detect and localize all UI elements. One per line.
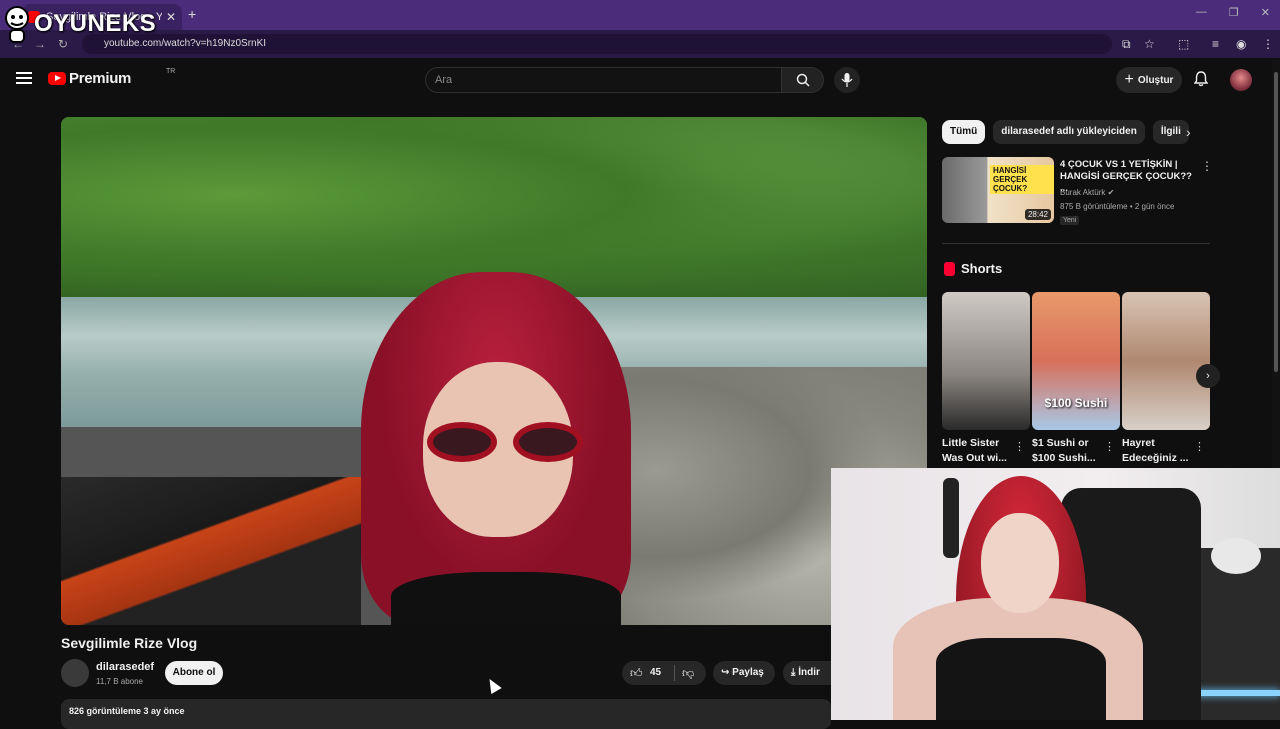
plus-icon: + [1124,71,1134,88]
short-title[interactable]: $1 Sushi or $100 Sushi... [1032,436,1104,466]
recommended-thumbnail[interactable]: HANGİSİ GERÇEK ÇOCUK? 28:42 [942,157,1054,223]
close-window-icon[interactable]: ✕ [1261,6,1270,19]
chip-all[interactable]: Tümü [942,120,986,144]
shorts-logo-icon [944,261,955,276]
share-icon: ↪ [721,667,733,678]
search-button[interactable] [782,67,824,93]
scrollbar-thumb[interactable] [1274,72,1278,372]
media-icon[interactable]: ≡ [1212,37,1219,51]
subscribe-button[interactable]: Abone ol [165,661,223,685]
window-controls: — ❐ ✕ [1196,6,1270,19]
video-scene-person [361,272,631,625]
webcam-top [936,638,1106,720]
shorts-heading: Shorts [944,261,1002,276]
channel-name[interactable]: dilarasedef [96,661,154,673]
short-title[interactable]: Hayret Edeceğiniz ... [1122,436,1194,466]
recommended-channel-name: Burak Aktürk [1060,188,1106,197]
mascot-icon [5,6,29,43]
profile-icon[interactable]: ◉ [1236,37,1246,51]
streamer-webcam [831,468,1280,720]
subscriber-count: 11,7 B abone [96,677,144,686]
video-title: Sevgilimle Rize Vlog [61,635,198,651]
dislike-button-icon[interactable]: 👎︎ [682,666,694,681]
notifications-bell-icon[interactable] [1194,71,1208,87]
video-scene-atv [61,477,361,625]
youtube-logo-text: Premium [69,70,132,87]
like-button-icon[interactable]: 👍︎ [630,666,643,681]
like-divider [674,665,675,681]
filter-chips: Tümü dilarasedef adlı yükleyiciden İlgil… [942,120,1189,144]
overlay-logo-text: OYUNEKS [34,10,157,37]
address-bar: ← → ↻ youtube.com/watch?v=h19Nz0SrnKI ⧉ … [0,30,1280,58]
create-button[interactable]: + Oluştur [1116,67,1182,93]
view-count-date: 826 görüntüleme 3 ay önce [69,706,185,716]
short-thumbnail[interactable] [942,292,1030,430]
video-duration: 28:42 [1024,209,1051,220]
webcam-face [981,513,1059,613]
mouse-cursor-icon [484,675,502,695]
region-code: TR [166,68,176,75]
account-avatar[interactable] [1230,69,1252,91]
like-dislike-group: 👍︎ 45 👎︎ [622,661,706,685]
video-player[interactable] [61,117,927,625]
bookmark-star-icon[interactable]: ☆ [1144,37,1155,51]
more-options-icon[interactable]: ⋮ [1194,440,1205,453]
youtube-play-icon [48,72,66,85]
maximize-icon[interactable]: ❐ [1229,6,1239,19]
voice-search-button[interactable] [834,67,860,93]
lens-left [427,422,497,462]
new-badge: Yeni [1060,216,1080,225]
search-input[interactable]: Ara [425,67,782,93]
share-button[interactable]: ↪ Paylaş [713,661,775,685]
youtube-logo[interactable]: Premium TR [48,68,175,87]
recommended-channel[interactable]: Burak Aktürk ✔ [1060,188,1114,197]
more-options-icon[interactable]: ⋮ [1014,440,1025,453]
shorts-next-button[interactable]: › [1196,364,1220,388]
verified-icon: ✔ [1107,188,1115,197]
chip-from-uploader[interactable]: dilarasedef adlı yükleyiciden [993,120,1145,144]
new-tab-icon[interactable]: + [188,6,196,22]
youtube-header: Premium TR Ara + Oluştur [0,58,1270,102]
download-button[interactable]: ⤓ İndir [783,661,833,685]
browser-tab-bar: Sevgilimle Rize Vlog - YouTube ✕ + — ❐ ✕ [0,0,1280,30]
minimize-icon[interactable]: — [1196,6,1207,19]
chip-related[interactable]: İlgili [1152,120,1189,144]
overlay-logo: OYUNEKS [2,4,156,44]
thumbnail-text: HANGİSİ GERÇEK ÇOCUK? [990,165,1054,194]
like-count[interactable]: 45 [650,667,661,678]
webcam-plush [1211,538,1261,574]
menu-icon[interactable] [16,72,32,84]
shorts-heading-text: Shorts [961,261,1003,276]
download-label: İndir [798,667,820,678]
lens-right [513,422,583,462]
browser-menu-icon[interactable]: ⋮ [1262,37,1274,51]
channel-avatar[interactable] [61,659,89,687]
sidebar-divider [942,243,1210,244]
person-top [391,572,621,625]
sunglasses [427,422,589,462]
headphones-icon [943,478,959,558]
more-options-icon[interactable]: ⋮ [1201,159,1213,173]
more-options-icon[interactable]: ⋮ [1104,440,1115,453]
url-field[interactable]: youtube.com/watch?v=h19Nz0SrnKI [82,34,1112,54]
short-thumbnail[interactable]: $100 Sushi [1032,292,1120,430]
microphone-icon [841,73,853,87]
recommended-meta: 875 B görüntüleme • 2 gün önce [1060,202,1175,211]
chevron-right-icon: › [1206,370,1210,382]
cast-icon[interactable]: ⧉ [1122,37,1131,52]
close-tab-icon[interactable]: ✕ [166,10,176,24]
create-label: Oluştur [1137,74,1174,86]
short-caption: $100 Sushi [1044,396,1108,410]
chips-next-icon[interactable]: › [1186,124,1191,140]
search-icon [796,73,810,87]
short-title[interactable]: Little Sister Was Out wi... [942,436,1014,466]
short-thumbnail[interactable] [1122,292,1210,430]
extensions-icon[interactable]: ⬚ [1178,37,1189,51]
share-label: Paylaş [732,667,764,678]
